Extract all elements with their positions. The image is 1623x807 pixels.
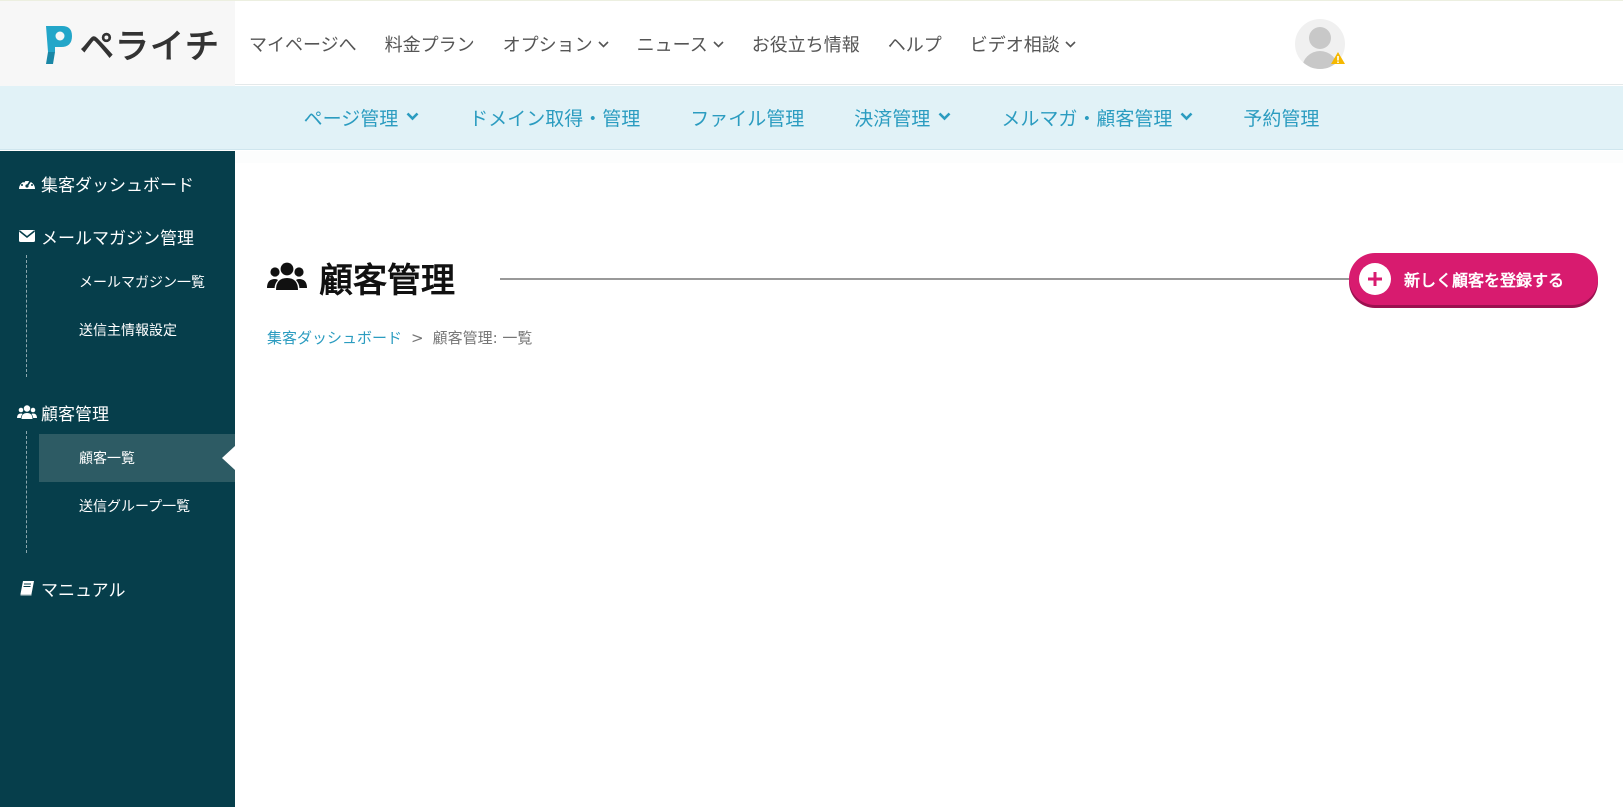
top-nav-label: ビデオ相談 [969, 34, 1060, 56]
top-nav-video[interactable]: ビデオ相談 [970, 31, 1076, 57]
sidebar-item-send-groups[interactable]: 送信グループ一覧 [39, 482, 235, 530]
chevron-down-icon [1180, 110, 1193, 125]
subnav-mailmag-customers[interactable]: メルマガ・顧客管理 [1001, 104, 1193, 131]
top-nav-label: お役立ち情報 [751, 34, 860, 56]
sidebar-item-label: 集客ダッシュボード [41, 175, 194, 196]
subnav-label: 決済管理 [854, 108, 931, 130]
top-nav: マイページへ 料金プラン オプション ニュース お役立ち情報 ヘルプ ビデオ相談 [249, 1, 1104, 86]
subnav-label: ファイル管理 [690, 108, 805, 130]
sidebar: 集客ダッシュボード メールマガジン管理 メールマガジン一覧 送信主情報設定 顧客… [0, 151, 235, 807]
add-customer-label: 新しく顧客を登録する [1404, 271, 1565, 290]
page-title: 顧客管理 [319, 261, 455, 301]
subnav-payment[interactable]: 決済管理 [854, 104, 951, 131]
sidebar-submenu-customers: 顧客一覧 送信グループ一覧 [26, 431, 235, 553]
breadcrumb-current: 顧客管理: 一覧 [432, 329, 533, 347]
chevron-down-icon [406, 110, 419, 125]
sidebar-item-customer-list[interactable]: 顧客一覧 [39, 434, 235, 482]
sidebar-subitem-label: 送信グループ一覧 [79, 499, 191, 515]
add-customer-button[interactable]: 新しく顧客を登録する [1349, 253, 1598, 305]
top-nav-label: ヘルプ [887, 34, 942, 56]
sidebar-subitem-label: メールマガジン一覧 [79, 275, 205, 291]
sidebar-item-label: メールマガジン管理 [41, 228, 194, 249]
chevron-down-icon [713, 37, 724, 51]
sidebar-group-mail: メールマガジン管理 メールマガジン一覧 送信主情報設定 [0, 198, 235, 377]
subnav-files[interactable]: ファイル管理 [690, 104, 804, 131]
sidebar-group-dashboard: 集客ダッシュボード [0, 151, 235, 198]
sidebar-item-dashboard[interactable]: 集客ダッシュボード [0, 168, 235, 198]
subnav-label: 予約管理 [1243, 108, 1320, 130]
top-nav-pricing[interactable]: 料金プラン [385, 31, 475, 57]
subnav-domain[interactable]: ドメイン取得・管理 [469, 104, 640, 131]
sidebar-item-label: 顧客管理 [41, 404, 109, 425]
sidebar-group-customers: 顧客管理 顧客一覧 送信グループ一覧 [0, 377, 235, 553]
sidebar-subitem-label: 送信主情報設定 [79, 323, 177, 339]
main-top-strip [235, 151, 1623, 163]
sidebar-item-mailmag-list[interactable]: メールマガジン一覧 [39, 258, 235, 306]
breadcrumb-link-dashboard[interactable]: 集客ダッシュボード [267, 327, 402, 348]
logo-text: ペライチ [80, 27, 220, 67]
sub-nav: ページ管理 ドメイン取得・管理 ファイル管理 決済管理 メルマガ・顧客管理 予約… [0, 86, 1623, 150]
sidebar-item-manual[interactable]: マニュアル [0, 573, 235, 603]
sidebar-item-sender-settings[interactable]: 送信主情報設定 [39, 306, 235, 354]
sidebar-subitem-label: 顧客一覧 [79, 451, 135, 467]
sidebar-item-mail[interactable]: メールマガジン管理 [0, 221, 235, 251]
subnav-label: ページ管理 [303, 108, 399, 130]
plus-icon [1359, 263, 1391, 295]
dashboard-icon [17, 176, 37, 190]
breadcrumb: 集客ダッシュボード > 顧客管理: 一覧 [267, 327, 532, 348]
top-nav-label: ニュース [636, 34, 708, 56]
logo[interactable]: ペライチ [0, 1, 235, 86]
top-nav-mypage[interactable]: マイページへ [249, 31, 357, 57]
top-nav-label: オプション [502, 34, 593, 56]
subnav-label: ドメイン取得・管理 [469, 108, 641, 130]
subnav-reservations[interactable]: 予約管理 [1243, 104, 1319, 131]
top-header: ペライチ マイページへ 料金プラン オプション ニュース お役立ち情報 ヘルプ [0, 0, 1623, 86]
chevron-down-icon [938, 110, 951, 125]
breadcrumb-separator: > [411, 328, 424, 347]
chevron-down-icon [1065, 37, 1076, 51]
envelope-icon [17, 229, 37, 243]
sidebar-submenu-mail: メールマガジン一覧 送信主情報設定 [26, 255, 235, 377]
page-title-row: 顧客管理 [267, 253, 455, 302]
chevron-down-icon [598, 37, 609, 51]
book-icon [17, 580, 37, 596]
warning-icon [1330, 50, 1346, 64]
top-nav-label: 料金プラン [384, 34, 475, 56]
sidebar-group-manual: マニュアル [0, 553, 235, 603]
users-icon [267, 258, 307, 298]
top-nav-tips[interactable]: お役立ち情報 [752, 31, 860, 57]
users-icon [17, 404, 37, 420]
top-nav-options[interactable]: オプション [503, 31, 609, 57]
top-nav-news[interactable]: ニュース [637, 31, 724, 57]
top-nav-help[interactable]: ヘルプ [888, 31, 942, 57]
sidebar-item-label: マニュアル [41, 580, 126, 601]
logo-mark-icon [40, 22, 74, 66]
subnav-label: メルマガ・顧客管理 [1001, 108, 1173, 130]
subnav-page-management[interactable]: ページ管理 [304, 104, 420, 131]
sidebar-item-customers[interactable]: 顧客管理 [0, 397, 235, 427]
top-nav-label: マイページへ [249, 34, 357, 56]
main-content: 顧客管理 新しく顧客を登録する 集客ダッシュボード > 顧客管理: 一覧 [235, 151, 1623, 807]
